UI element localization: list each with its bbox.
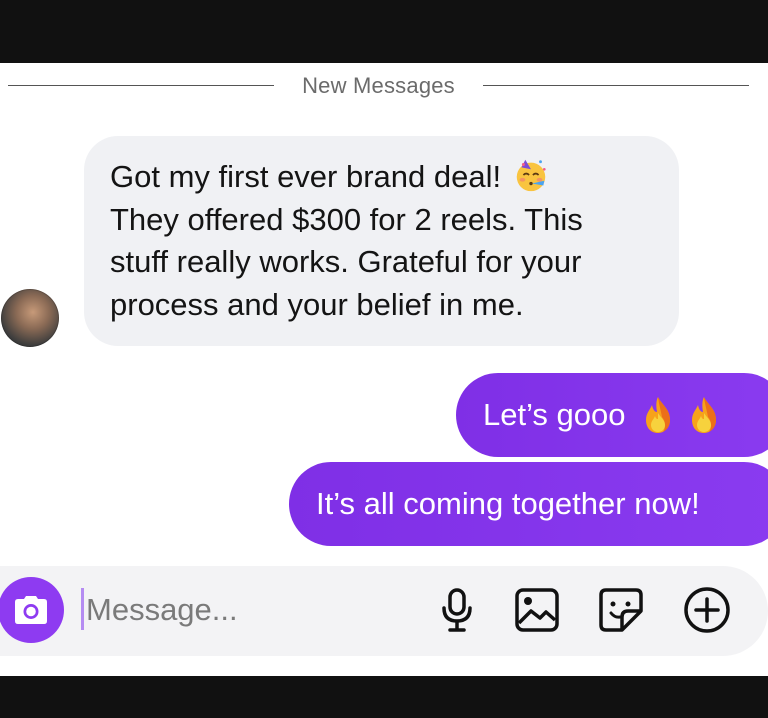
microphone-icon [442,588,472,632]
incoming-line-4: process and your belief in me. [110,286,524,322]
microphone-button[interactable] [432,585,482,635]
chat-screen: New Messages Got my first ever brand dea… [0,0,768,718]
avatar[interactable] [1,289,59,347]
outgoing-message-bubble-2[interactable]: It’s all coming together now! [289,462,768,546]
divider-line-left [8,85,274,86]
message-input[interactable] [86,584,416,636]
fire-emoji [691,397,716,433]
partying-face-emoji [516,159,546,192]
incoming-line-1: Got my first ever brand deal! [110,156,655,199]
divider-line-right [483,85,749,86]
sticker-button[interactable] [596,585,646,635]
plus-icon [684,587,730,633]
incoming-line-3: stuff really works. Grateful for your [110,244,582,279]
outgoing-message-2-text: It’s all coming together now! [316,486,700,521]
top-black-bar [0,0,768,63]
bottom-black-bar [0,676,768,718]
image-icon [515,588,559,632]
divider-label: New Messages [302,73,455,98]
sticker-icon [599,588,643,632]
fire-emoji [645,397,670,433]
outgoing-message-1-text: Let’s gooo [483,397,626,432]
camera-icon [15,596,47,624]
add-button[interactable] [682,585,732,635]
text-cursor [81,588,84,630]
incoming-line-2: They offered $300 for 2 reels. This [110,201,583,237]
incoming-line-1-text: Got my first ever brand deal! [110,159,502,194]
camera-button[interactable] [0,577,64,643]
outgoing-message-bubble-1[interactable]: Let’s gooo [456,373,768,457]
new-messages-divider: New Messages [0,63,768,109]
image-button[interactable] [512,585,562,635]
incoming-message-bubble[interactable]: Got my first ever brand deal! They offer… [84,136,679,346]
